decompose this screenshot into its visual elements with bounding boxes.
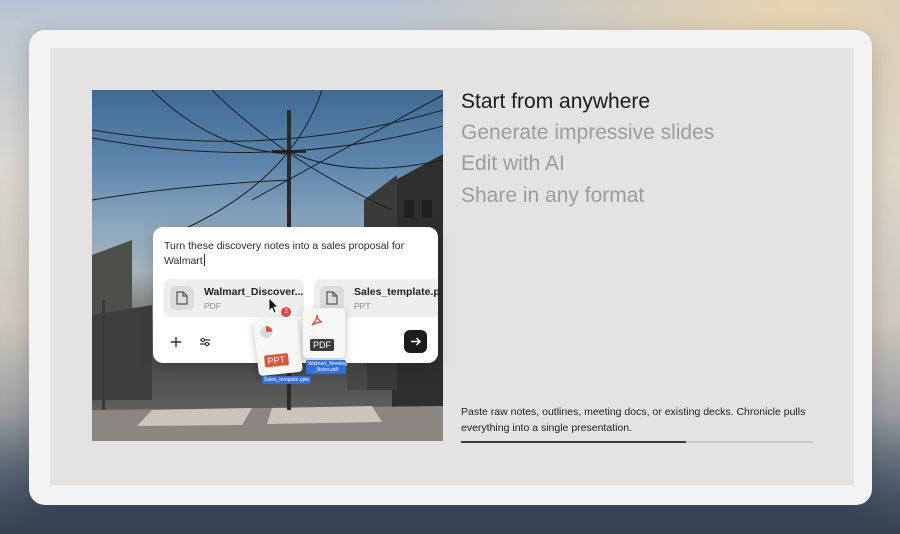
attachment-name: Sales_template.p <box>354 286 438 298</box>
file-icon <box>320 286 344 310</box>
feature-edit-with-ai[interactable]: Edit with AI <box>461 152 565 176</box>
file-icon <box>170 286 194 310</box>
pdf-icon <box>311 314 323 326</box>
count-badge: 2 <box>281 307 291 317</box>
prompt-input[interactable]: Turn these discovery notes into a sales … <box>164 239 424 269</box>
progress-track <box>461 441 813 443</box>
pdf-file[interactable]: PDF <box>303 308 345 358</box>
add-button[interactable] <box>165 331 187 353</box>
ppt-label: PPT <box>263 353 289 368</box>
attachment-type: PDF <box>204 301 221 311</box>
mouse-pointer-icon <box>268 297 279 313</box>
arrow-right-icon <box>411 337 421 346</box>
attachment-type: PPT <box>354 301 371 311</box>
ppt-file[interactable]: PPT <box>253 315 303 377</box>
plus-icon <box>171 337 181 347</box>
attachment-name: Walmart_Discover... <box>204 286 304 298</box>
sliders-icon <box>200 337 210 347</box>
text-caret <box>203 254 205 266</box>
pie-chart-icon <box>260 326 273 339</box>
feature-description: Paste raw notes, outlines, meeting docs,… <box>461 406 806 434</box>
prompt-text: Turn these discovery notes into a sales … <box>164 240 405 267</box>
feature-share-any-format[interactable]: Share in any format <box>461 184 644 208</box>
ppt-caption: Sales_template.pptx <box>262 376 312 384</box>
pdf-label: PDF <box>310 339 334 351</box>
send-button[interactable] <box>404 330 427 353</box>
progress-fill <box>461 441 687 443</box>
feature-generate-slides[interactable]: Generate impressive slides <box>461 121 714 145</box>
pdf-caption: Walmart_Meeting _Notes.pdf <box>306 360 347 374</box>
settings-button[interactable] <box>194 331 216 353</box>
feature-start-from-anywhere[interactable]: Start from anywhere <box>461 90 650 114</box>
